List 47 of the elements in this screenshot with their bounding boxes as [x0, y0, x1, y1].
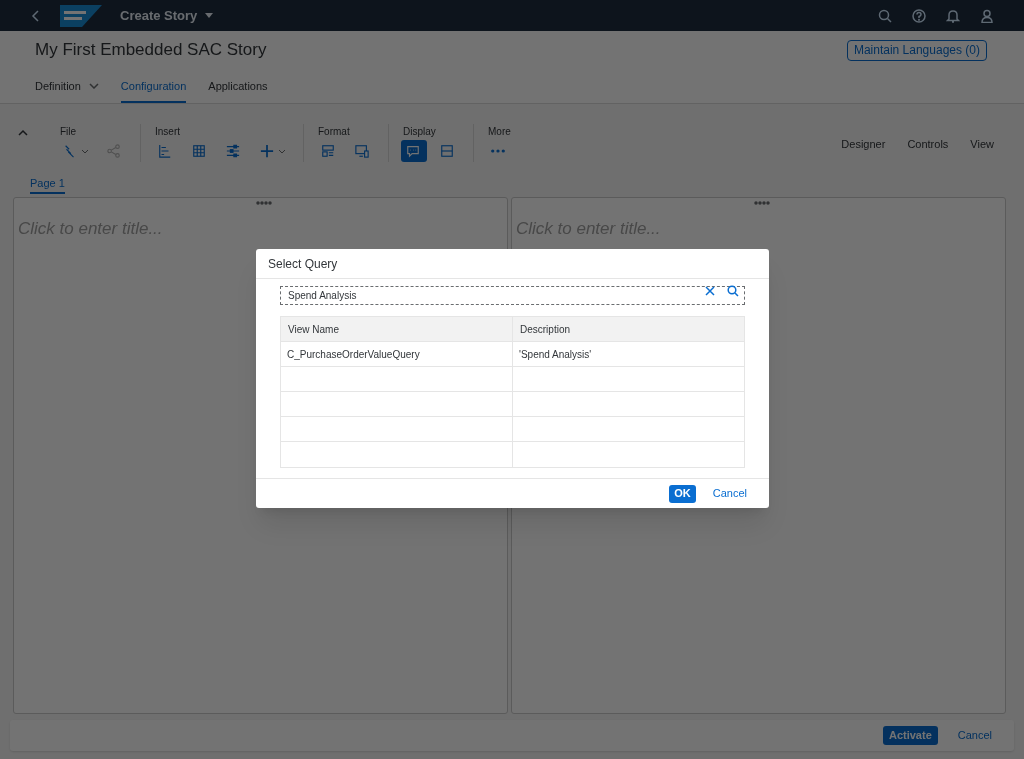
table-cell-text: C_PurchaseOrderValueQuery: [286, 347, 421, 362]
search-icon[interactable]: [878, 8, 892, 23]
search-icon[interactable]: [727, 285, 739, 297]
toolbar-group-label: Format: [318, 125, 351, 138]
page-tab[interactable]: Page 1: [30, 174, 65, 194]
cancel-button[interactable]: Cancel: [951, 726, 998, 745]
plus-icon: [260, 144, 274, 158]
mode-link[interactable]: View: [970, 136, 994, 153]
user-icon[interactable]: [980, 8, 994, 23]
tab[interactable]: Definition: [35, 71, 99, 103]
sliders-icon: [226, 144, 240, 158]
toolbar-group-label: More: [488, 125, 512, 138]
toolbar-group-label: Insert: [155, 125, 181, 138]
table-cell: 'Spend Analysis': [512, 342, 744, 366]
column-header: Description: [512, 317, 744, 341]
back-icon[interactable]: [30, 8, 40, 23]
split-icon: [440, 144, 454, 158]
bell-icon[interactable]: [946, 8, 960, 23]
mode-link[interactable]: Designer: [841, 136, 886, 153]
layout-icon: [321, 144, 335, 158]
tab[interactable]: Configuration: [120, 71, 187, 103]
comment-button[interactable]: [401, 140, 427, 162]
story-title: My First Embedded SAC Story: [35, 39, 267, 62]
help-icon[interactable]: [912, 8, 926, 23]
mode-link[interactable]: Controls: [907, 136, 949, 153]
search-field[interactable]: Spend Analysis: [280, 286, 745, 305]
devices-icon: [355, 144, 369, 158]
collapse-icon[interactable]: [18, 129, 28, 137]
maintain-languages-button[interactable]: Maintain Languages (0): [846, 39, 987, 61]
column-header: View Name: [287, 322, 340, 337]
bar-chart-icon: [158, 144, 172, 158]
toolbar-group-label: Display: [403, 125, 437, 138]
comment-icon: [406, 144, 420, 158]
app-title-menu[interactable]: Create Story: [120, 5, 214, 26]
share-icon: [107, 144, 121, 158]
caret-icon: [205, 13, 214, 18]
drag-handle-icon: [256, 201, 272, 205]
tab[interactable]: Applications: [208, 71, 268, 103]
clear-icon[interactable]: [705, 286, 715, 296]
drag-handle-icon: [754, 201, 770, 205]
primary-button[interactable]: OK: [669, 484, 696, 503]
table-icon: [192, 144, 206, 158]
cancel-button[interactable]: Cancel: [707, 484, 752, 503]
logo-icon[interactable]: [60, 4, 102, 27]
dialog-title: Select Query: [256, 249, 769, 279]
primary-button[interactable]: Activate: [882, 726, 938, 745]
toolbar-group-label: File: [60, 125, 78, 138]
